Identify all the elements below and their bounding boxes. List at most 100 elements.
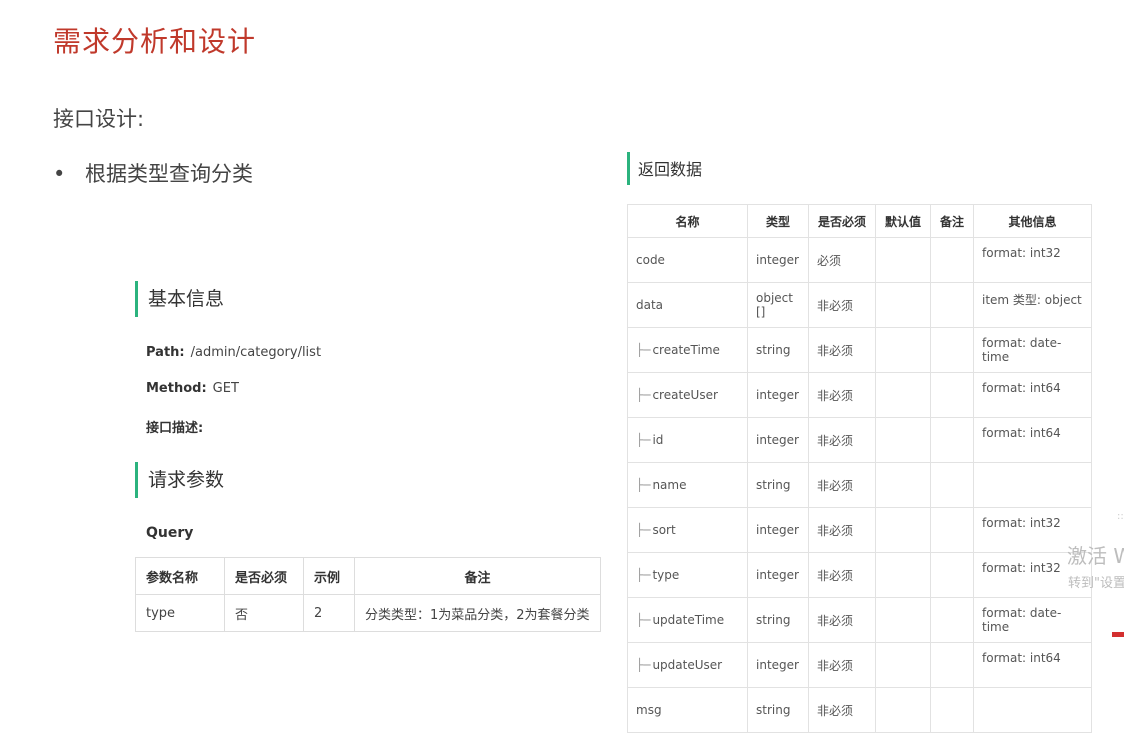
table-cell: format: int32 bbox=[973, 237, 1092, 283]
table-cell: 非必须 bbox=[808, 282, 876, 328]
table-cell: 2 bbox=[303, 594, 355, 632]
table-cell: integer bbox=[747, 507, 809, 553]
table-cell: 非必须 bbox=[808, 552, 876, 598]
table-cell bbox=[930, 417, 974, 463]
table-cell bbox=[930, 687, 974, 733]
desc-label: 接口描述: bbox=[146, 421, 204, 436]
table-cell: string bbox=[747, 597, 809, 643]
table-cell bbox=[930, 237, 974, 283]
col-header: 默认值 bbox=[875, 204, 931, 238]
col-header: 是否必须 bbox=[224, 557, 304, 595]
table-cell bbox=[973, 687, 1092, 733]
table-cell: type bbox=[627, 552, 748, 598]
table-row: code integer 必须 format: int32 bbox=[627, 237, 1092, 283]
query-label: Query bbox=[146, 525, 194, 541]
table-cell: format: date-time bbox=[973, 327, 1092, 373]
table-cell: integer bbox=[747, 372, 809, 418]
table-cell: object [] bbox=[747, 282, 809, 328]
table-cell bbox=[875, 282, 931, 328]
bullet-dot-icon: • bbox=[53, 162, 66, 186]
table-cell bbox=[930, 462, 974, 508]
table-row: typeinteger非必须format: int32 bbox=[627, 552, 1092, 598]
table-cell: integer bbox=[747, 417, 809, 463]
table-cell: 非必须 bbox=[808, 507, 876, 553]
table-cell: 必须 bbox=[808, 237, 876, 283]
method-row: Method: GET bbox=[146, 381, 239, 396]
table-cell: format: date-time bbox=[973, 597, 1092, 643]
table-cell: item 类型: object bbox=[973, 282, 1092, 328]
table-header-row: 参数名称 是否必须 示例 备注 bbox=[135, 557, 601, 595]
method-label: Method: bbox=[146, 381, 207, 396]
table-cell bbox=[930, 282, 974, 328]
bullet-text: 根据类型查询分类 bbox=[85, 162, 253, 186]
table-cell: 非必须 bbox=[808, 372, 876, 418]
table-header-row: 名称 类型 是否必须 默认值 备注 其他信息 bbox=[627, 204, 1092, 238]
table-cell bbox=[930, 642, 974, 688]
col-header: 示例 bbox=[303, 557, 355, 595]
table-cell: data bbox=[627, 282, 748, 328]
table-cell bbox=[930, 552, 974, 598]
table-cell bbox=[930, 372, 974, 418]
section-subtitle: 接口设计: bbox=[53, 107, 145, 131]
activation-watermark-sub: 转到"设置 bbox=[1068, 576, 1124, 591]
table-row: namestring非必须 bbox=[627, 462, 1092, 508]
col-header: 是否必须 bbox=[808, 204, 876, 238]
desc-row: 接口描述: bbox=[146, 417, 209, 436]
col-header: 参数名称 bbox=[135, 557, 225, 595]
table-cell: code bbox=[627, 237, 748, 283]
table-cell: 非必须 bbox=[808, 597, 876, 643]
col-header: 其他信息 bbox=[973, 204, 1092, 238]
response-table: 名称 类型 是否必须 默认值 备注 其他信息 code integer 必须 form… bbox=[627, 204, 1092, 733]
table-cell: createTime bbox=[627, 327, 748, 373]
table-cell: 非必须 bbox=[808, 327, 876, 373]
table-cell: updateUser bbox=[627, 642, 748, 688]
request-params-heading: 请求参数 bbox=[135, 462, 224, 498]
table-cell: 分类类型：1为菜品分类，2为套餐分类 bbox=[354, 594, 601, 632]
table-row: updateTimestring非必须 format: date-time bbox=[627, 597, 1092, 643]
col-header: 名称 bbox=[627, 204, 748, 238]
path-value: /admin/category/list bbox=[190, 345, 322, 360]
table-cell bbox=[875, 417, 931, 463]
table-row: sortinteger非必须format: int32 bbox=[627, 507, 1092, 553]
table-cell bbox=[875, 507, 931, 553]
table-cell: name bbox=[627, 462, 748, 508]
table-cell bbox=[875, 372, 931, 418]
basic-info-heading: 基本信息 bbox=[135, 281, 224, 317]
response-heading: 返回数据 bbox=[627, 152, 702, 185]
table-row: updateUserinteger非必须 format: int64 bbox=[627, 642, 1092, 688]
table-cell: 非必须 bbox=[808, 687, 876, 733]
path-row: Path: /admin/category/list bbox=[146, 345, 321, 360]
table-cell: integer bbox=[747, 237, 809, 283]
table-cell: sort bbox=[627, 507, 748, 553]
table-cell: id bbox=[627, 417, 748, 463]
table-cell: 否 bbox=[224, 594, 304, 632]
request-params-table: 参数名称 是否必须 示例 备注 type 否 2 分类类型：1为菜品分类，2为套… bbox=[135, 557, 601, 632]
watermark-dots: :: bbox=[1117, 511, 1124, 522]
table-cell: createUser bbox=[627, 372, 748, 418]
table-cell bbox=[930, 327, 974, 373]
table-cell: string bbox=[747, 462, 809, 508]
table-cell bbox=[875, 237, 931, 283]
table-cell bbox=[875, 642, 931, 688]
table-cell: format: int64 bbox=[973, 642, 1092, 688]
table-cell bbox=[875, 687, 931, 733]
col-header: 备注 bbox=[930, 204, 974, 238]
table-cell: msg bbox=[627, 687, 748, 733]
table-cell: 非必须 bbox=[808, 417, 876, 463]
table-cell bbox=[930, 507, 974, 553]
table-cell: 非必须 bbox=[808, 462, 876, 508]
table-cell: format: int64 bbox=[973, 417, 1092, 463]
table-row: createTimestring非必须 format: date-time bbox=[627, 327, 1092, 373]
table-cell: integer bbox=[747, 642, 809, 688]
activation-watermark: 激活 W bbox=[1067, 544, 1124, 568]
corner-mark bbox=[1112, 632, 1124, 637]
table-cell: format: int64 bbox=[973, 372, 1092, 418]
col-header: 类型 bbox=[747, 204, 809, 238]
method-value: GET bbox=[212, 381, 239, 396]
table-cell bbox=[973, 462, 1092, 508]
table-cell: integer bbox=[747, 552, 809, 598]
col-header: 备注 bbox=[354, 557, 601, 595]
path-label: Path: bbox=[146, 345, 185, 360]
table-cell: type bbox=[135, 594, 225, 632]
page-title: 需求分析和设计 bbox=[53, 25, 257, 58]
